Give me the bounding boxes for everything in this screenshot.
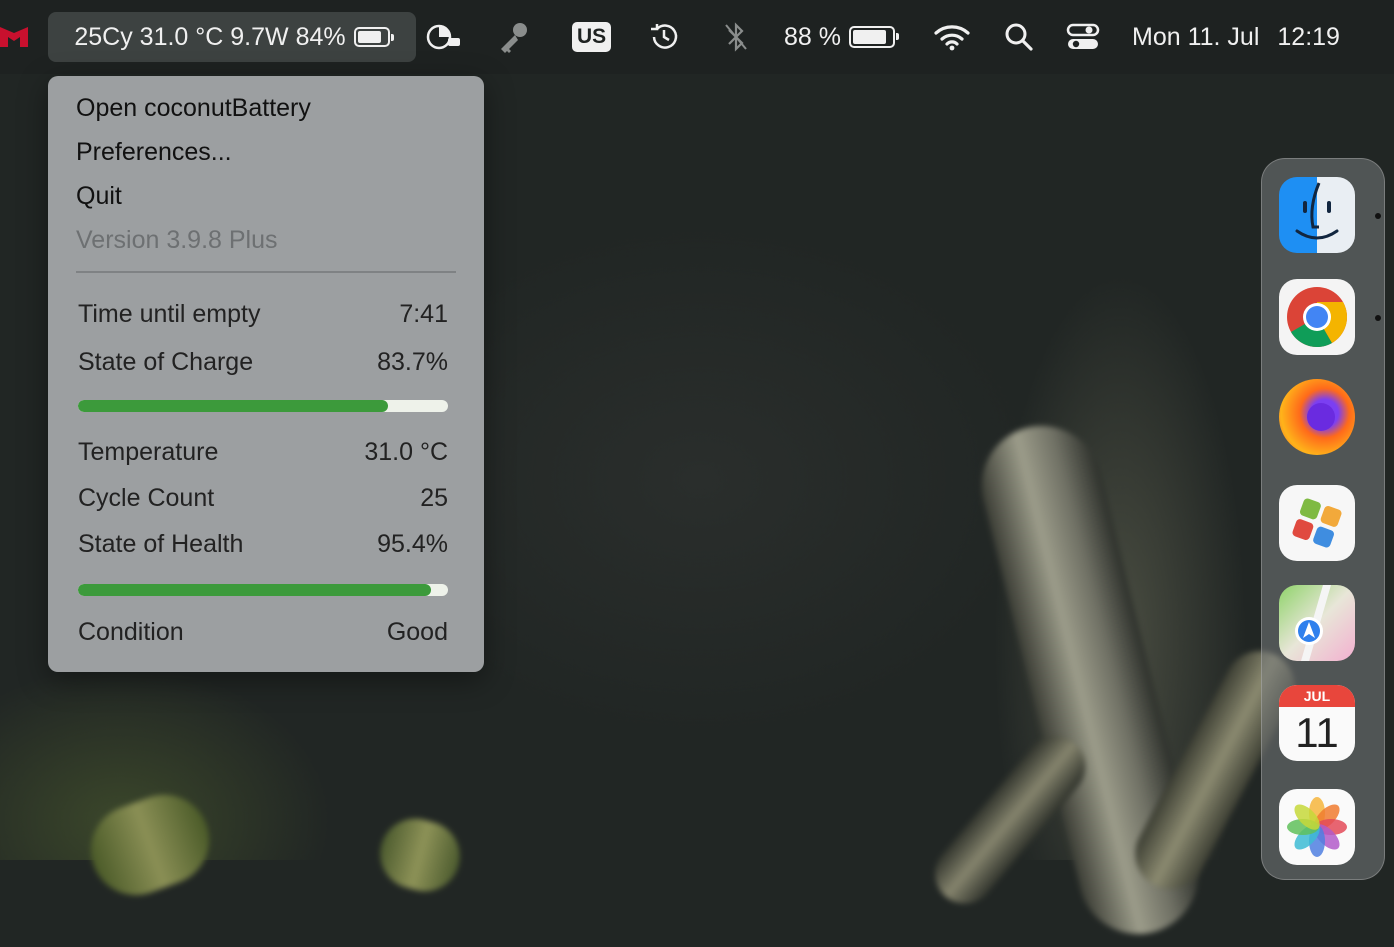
battery-status-item[interactable]: 88 %	[784, 0, 899, 74]
calendar-day: 11	[1295, 709, 1339, 756]
wifi-icon[interactable]	[934, 0, 970, 74]
cycle-count-value: 25	[420, 484, 448, 512]
calendar-month: JUL	[1279, 685, 1355, 707]
temperature-label: Temperature	[78, 438, 219, 466]
open-coconutbattery-menu-item[interactable]: Open coconutBattery	[76, 94, 311, 123]
time-until-empty-row: Time until empty 7:41	[78, 300, 448, 329]
state-of-charge-progress-bar	[78, 400, 448, 412]
state-of-charge-row: State of Charge 83.7%	[78, 348, 448, 377]
battery-percent-text: 88 %	[784, 22, 841, 51]
state-of-charge-label: State of Charge	[78, 348, 254, 376]
time-until-empty-label: Time until empty	[78, 300, 261, 328]
battery-icon	[353, 27, 394, 47]
self-service-icon[interactable]	[1279, 485, 1355, 561]
condition-value: Good	[386, 618, 448, 646]
state-of-charge-value: 83.7%	[377, 348, 448, 376]
coconutbattery-status-item[interactable]: 25Cy 31.0 °C 9.7W 84%	[48, 12, 416, 62]
time-until-empty-value: 7:41	[399, 300, 448, 328]
menu-bar: 25Cy 31.0 °C 9.7W 84% US 88 % Mon 11. Ju…	[0, 0, 1394, 74]
temperature-value: 31.0 °C	[364, 438, 448, 466]
firefox-icon[interactable]	[1279, 379, 1355, 455]
control-center-icon[interactable]	[1066, 0, 1100, 74]
running-indicator	[1375, 315, 1381, 321]
finder-icon[interactable]	[1279, 177, 1355, 253]
temperature-row: Temperature 31.0 °C	[78, 438, 448, 467]
cycle-count-row: Cycle Count 25	[78, 484, 448, 513]
preferences-menu-item[interactable]: Preferences...	[76, 138, 232, 167]
battery-icon	[848, 26, 899, 48]
calendar-icon[interactable]: JUL 11	[1279, 685, 1355, 761]
wallpaper-leaf	[78, 782, 222, 908]
state-of-health-label: State of Health	[78, 530, 244, 558]
chrome-icon[interactable]	[1279, 279, 1355, 355]
quit-menu-item[interactable]: Quit	[76, 182, 122, 211]
dock: JUL 11	[1261, 158, 1385, 880]
condition-label: Condition	[78, 618, 184, 646]
state-of-health-value: 95.4%	[377, 530, 448, 558]
clock-time: 12:19	[1277, 22, 1340, 51]
running-indicator	[1375, 213, 1381, 219]
cycle-count-label: Cycle Count	[78, 484, 215, 512]
version-label: Version 3.9.8 Plus	[76, 226, 278, 254]
coconutbattery-menu: Open coconutBattery Preferences... Quit …	[48, 76, 484, 672]
wallpaper-leaf	[372, 810, 468, 900]
state-of-charge-progress-fill	[78, 400, 388, 412]
menu-bar-clock[interactable]: Mon 11. Jul 12:19	[1132, 0, 1340, 74]
photos-icon[interactable]	[1279, 789, 1355, 865]
input-source-icon[interactable]: US	[572, 0, 612, 74]
state-of-health-row: State of Health 95.4%	[78, 530, 448, 559]
state-of-health-progress-bar	[78, 584, 448, 596]
time-machine-icon[interactable]	[648, 0, 680, 74]
activity-chart-icon[interactable]	[426, 0, 462, 74]
state-of-health-progress-fill	[78, 584, 431, 596]
bluetooth-icon[interactable]	[722, 0, 750, 74]
mcafee-icon[interactable]	[0, 0, 28, 74]
clock-date: Mon 11. Jul	[1132, 22, 1260, 51]
coconutbattery-status-text: 25Cy 31.0 °C 9.7W 84%	[74, 22, 346, 51]
key-icon[interactable]	[496, 0, 532, 74]
condition-row: Condition Good	[78, 618, 448, 647]
menu-separator	[76, 271, 456, 273]
input-source-label: US	[572, 22, 612, 52]
maps-icon[interactable]	[1279, 585, 1355, 661]
spotlight-search-icon[interactable]	[1004, 0, 1034, 74]
